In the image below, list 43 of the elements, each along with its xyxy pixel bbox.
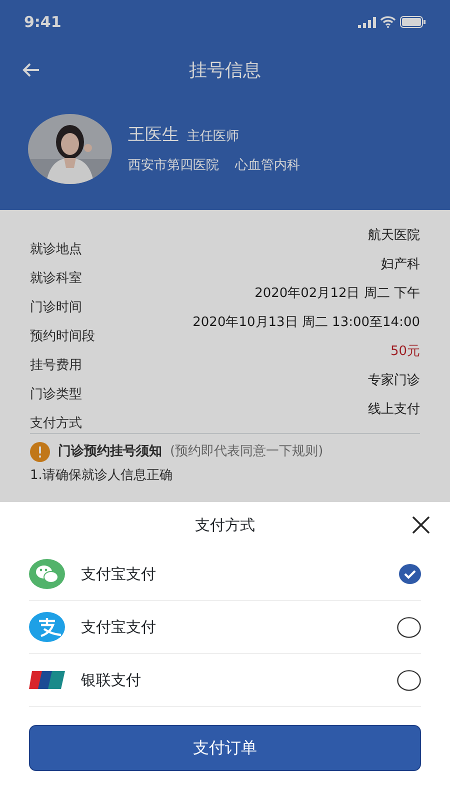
field-value: 2020年02月12日 周二 下午 xyxy=(254,285,420,303)
field-label: 门诊时间 xyxy=(30,299,82,313)
field-label: 就诊科室 xyxy=(30,270,82,284)
back-icon[interactable] xyxy=(22,63,40,77)
signal-icon xyxy=(358,16,376,28)
payment-option[interactable]: 支付宝支付 xyxy=(29,601,421,654)
doctor-title: 主任医师 xyxy=(187,128,239,146)
field-value: 专家门诊 xyxy=(368,372,420,390)
sheet-title: 支付方式 xyxy=(195,514,255,536)
notice-title: 门诊预约挂号须知 xyxy=(58,442,162,462)
option-label: 支付宝支付 xyxy=(81,616,157,638)
radio-checked-icon[interactable] xyxy=(399,564,421,584)
page-title: 挂号信息 xyxy=(189,58,261,82)
status-time: 9:41 xyxy=(24,12,62,33)
field-label: 支付方式 xyxy=(30,415,82,429)
chat-bubbles-icon xyxy=(29,559,65,589)
hospital-name: 西安市第四医院 xyxy=(128,157,219,175)
warning-icon xyxy=(30,442,50,462)
field-label: 就诊地点 xyxy=(30,241,82,255)
wifi-icon xyxy=(380,16,396,28)
field-value: 2020年10月13日 周二 13:00至14:00 xyxy=(192,314,420,332)
field-value: 50元 xyxy=(390,343,420,361)
field-label: 预约时间段 xyxy=(30,328,95,342)
wallet-app-icon xyxy=(29,612,65,642)
payment-option[interactable]: 支付宝支付 xyxy=(29,548,421,601)
pay-order-button[interactable]: 支付订单 xyxy=(29,725,421,771)
department-name: 心血管内科 xyxy=(235,157,300,175)
field-label: 挂号费用 xyxy=(30,357,82,371)
notice-note: (预约即代表同意一下规则) xyxy=(170,443,324,462)
notice-rule: 1.请确保就诊人信息正确 xyxy=(30,467,174,485)
bank-card-icon xyxy=(29,671,65,689)
field-value: 航天医院 xyxy=(368,227,420,245)
field-value: 线上支付 xyxy=(368,401,420,419)
field-label: 门诊类型 xyxy=(30,386,82,400)
payment-option[interactable]: 银联支付 xyxy=(29,654,421,707)
battery-icon xyxy=(400,16,426,28)
field-value: 妇产科 xyxy=(381,256,420,274)
radio-icon[interactable] xyxy=(397,616,421,638)
doctor-name: 王医生 xyxy=(128,124,179,146)
radio-icon[interactable] xyxy=(397,670,421,690)
close-icon[interactable] xyxy=(412,516,430,534)
option-label: 支付宝支付 xyxy=(81,564,157,585)
option-label: 银联支付 xyxy=(81,670,142,691)
